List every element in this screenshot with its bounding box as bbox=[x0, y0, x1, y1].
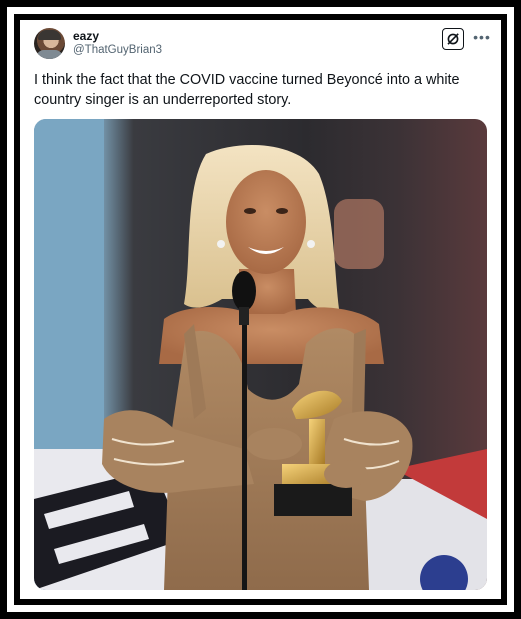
more-icon[interactable]: ••• bbox=[472, 29, 492, 47]
tweet-media-image[interactable] bbox=[34, 119, 487, 590]
avatar[interactable] bbox=[34, 28, 65, 59]
tweet-card[interactable]: eazy @ThatGuyBrian3 ••• I think the fact… bbox=[20, 20, 501, 599]
author-handle[interactable]: @ThatGuyBrian3 bbox=[73, 44, 162, 56]
author-display-name[interactable]: eazy bbox=[73, 29, 99, 43]
tweet-text: I think the fact that the COVID vaccine … bbox=[34, 72, 460, 108]
grok-icon[interactable] bbox=[442, 28, 464, 50]
